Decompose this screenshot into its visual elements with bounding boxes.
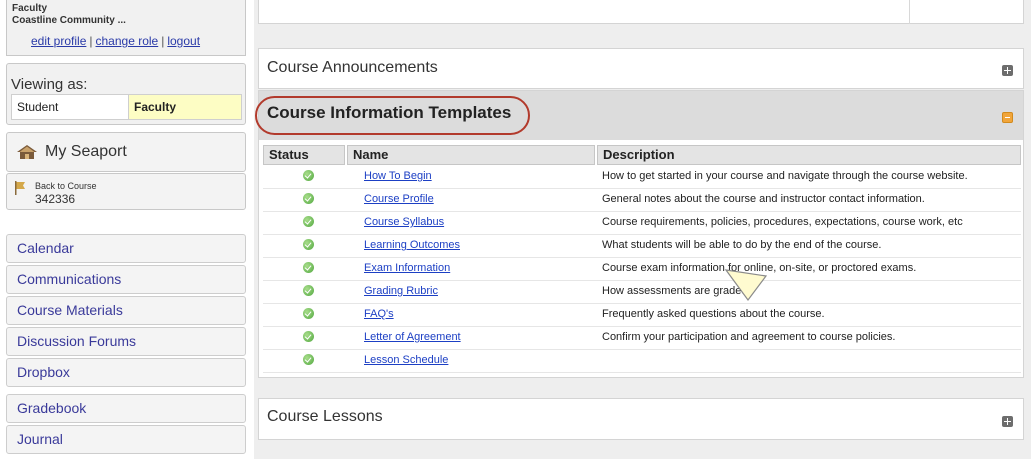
course-announcements-panel: Course Announcements — [258, 48, 1024, 89]
back-to-course-button[interactable]: Back to Course 342336 — [6, 173, 246, 210]
expand-plus-icon[interactable] — [1002, 416, 1013, 427]
template-description: How to get started in your course and na… — [602, 170, 968, 182]
main-content: Course Announcements Course Information … — [254, 0, 1031, 459]
link-separator: | — [89, 34, 93, 48]
check-icon — [303, 262, 314, 273]
viewing-as-box: Viewing as: Student Faculty — [6, 63, 246, 125]
flag-icon — [15, 181, 25, 195]
template-description: Course requirements, policies, procedure… — [602, 216, 963, 228]
template-link[interactable]: Lesson Schedule — [364, 354, 448, 366]
my-seaport-label: My Seaport — [45, 143, 127, 160]
template-link[interactable]: Learning Outcomes — [364, 239, 460, 251]
divider — [909, 0, 910, 24]
nav-course-materials[interactable]: Course Materials — [6, 296, 246, 325]
template-description: Frequently asked questions about the cou… — [602, 308, 825, 320]
column-header-status: Status — [263, 145, 345, 165]
nav-gradebook[interactable]: Gradebook — [6, 394, 246, 423]
check-icon — [303, 193, 314, 204]
template-link[interactable]: Letter of Agreement — [364, 331, 461, 343]
top-panel-strip — [258, 0, 1024, 24]
templates-header: Course Information Templates — [255, 91, 1023, 140]
check-icon — [303, 285, 314, 296]
back-to-course-label: Back to Course — [35, 181, 97, 191]
edit-profile-link[interactable]: edit profile — [31, 34, 86, 48]
user-role: Faculty — [12, 3, 48, 14]
user-school: Coastline Community ... — [12, 15, 126, 26]
table-row: Course Profile General notes about the c… — [263, 189, 1021, 212]
template-description: What students will be able to do by the … — [602, 239, 882, 251]
table-row: Lesson Schedule — [263, 350, 1021, 373]
course-information-templates-title[interactable]: Course Information Templates — [267, 103, 511, 123]
view-as-student-option[interactable]: Student — [11, 94, 129, 120]
check-icon — [303, 354, 314, 365]
check-icon — [303, 216, 314, 227]
table-row: Learning Outcomes What students will be … — [263, 235, 1021, 258]
sidebar: Faculty Coastline Community ... edit pro… — [6, 0, 246, 459]
template-link[interactable]: Exam Information — [364, 262, 450, 274]
user-info-box: Faculty Coastline Community ... edit pro… — [6, 0, 246, 56]
course-lessons-title[interactable]: Course Lessons — [267, 408, 383, 426]
collapse-minus-icon[interactable] — [1002, 112, 1013, 123]
my-seaport-button[interactable]: My Seaport — [6, 132, 246, 172]
template-link[interactable]: How To Begin — [364, 170, 432, 182]
link-separator: | — [161, 34, 165, 48]
view-as-faculty-option[interactable]: Faculty — [128, 94, 242, 120]
template-link[interactable]: FAQ's — [364, 308, 394, 320]
table-row: How To Begin How to get started in your … — [263, 166, 1021, 189]
check-icon — [303, 308, 314, 319]
nav-discussion-forums[interactable]: Discussion Forums — [6, 327, 246, 356]
template-description: General notes about the course and instr… — [602, 193, 925, 205]
table-row: Grading Rubric How assessments are grade… — [263, 281, 1021, 304]
nav-journal[interactable]: Journal — [6, 425, 246, 454]
course-code: 342336 — [35, 192, 76, 206]
template-link[interactable]: Course Profile — [364, 193, 434, 205]
logout-link[interactable]: logout — [167, 34, 200, 48]
table-header-row: Status Name Description — [263, 145, 1021, 165]
template-description: Confirm your participation and agreement… — [602, 331, 896, 343]
expand-plus-icon[interactable] — [1002, 65, 1013, 76]
table-row: Letter of Agreement Confirm your partici… — [263, 327, 1021, 350]
check-icon — [303, 331, 314, 342]
table-row: FAQ's Frequently asked questions about t… — [263, 304, 1021, 327]
nav-communications[interactable]: Communications — [6, 265, 246, 294]
template-link[interactable]: Grading Rubric — [364, 285, 438, 297]
table-row: Course Syllabus Course requirements, pol… — [263, 212, 1021, 235]
pointer-arrow-icon — [724, 269, 768, 302]
check-icon — [303, 239, 314, 250]
home-icon — [17, 145, 37, 159]
course-lessons-panel: Course Lessons — [258, 398, 1024, 440]
course-announcements-title[interactable]: Course Announcements — [267, 59, 438, 77]
check-icon — [303, 170, 314, 181]
nav-calendar[interactable]: Calendar — [6, 234, 246, 263]
template-link[interactable]: Course Syllabus — [364, 216, 444, 228]
column-header-description: Description — [597, 145, 1021, 165]
course-information-templates-panel: Course Information Templates Status Name… — [255, 90, 1024, 378]
nav-dropbox[interactable]: Dropbox — [6, 358, 246, 387]
change-role-link[interactable]: change role — [96, 34, 159, 48]
viewing-as-label: Viewing as: — [11, 76, 88, 93]
column-header-name: Name — [347, 145, 595, 165]
user-links: edit profile | change role | logout — [31, 34, 200, 48]
table-row: Exam Information Course exam information… — [263, 258, 1021, 281]
